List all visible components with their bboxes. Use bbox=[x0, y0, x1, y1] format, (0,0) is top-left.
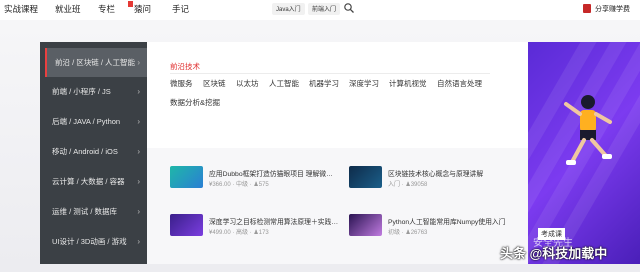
sidebar-item-label: 前沿 / 区块链 / 人工智能 bbox=[55, 58, 136, 67]
top-nav: 实战课程 就业班 专栏 猿问 手记 Java入门 前端入门 分享赚学费 bbox=[0, 0, 640, 20]
course-thumbnail[interactable] bbox=[170, 214, 203, 236]
tag-ethereum[interactable]: 以太坊 bbox=[236, 78, 259, 89]
chevron-right-icon: › bbox=[137, 87, 140, 96]
sidebar-item-backend[interactable]: 后端 / JAVA / Python › bbox=[40, 107, 147, 136]
nav-item-columns[interactable]: 专栏 bbox=[98, 3, 115, 15]
panel-title: 前沿技术 bbox=[170, 62, 200, 71]
course-meta: 初级 · ♟26763 bbox=[388, 230, 428, 236]
share-icon[interactable] bbox=[583, 4, 591, 13]
divider bbox=[170, 73, 490, 74]
course-meta: ¥366.00 · 中级 · ♟575 bbox=[209, 182, 269, 188]
sidebar-item-label: 云计算 / 大数据 / 容器 bbox=[52, 177, 125, 186]
tag-microservice[interactable]: 微服务 bbox=[170, 78, 193, 89]
tag-computer-vision[interactable]: 计算机视觉 bbox=[389, 78, 427, 89]
sidebar-item-label: UI设计 / 3D动画 / 游戏 bbox=[52, 237, 127, 246]
category-panel: 前沿技术 微服务 区块链 以太坊 人工智能 机器学习 深度学习 计算机视觉 自然… bbox=[147, 42, 528, 148]
sidebar-item-label: 移动 / Android / iOS bbox=[52, 147, 118, 156]
nav-item-notes[interactable]: 手记 bbox=[172, 3, 189, 15]
search-icon[interactable] bbox=[343, 2, 355, 14]
sidebar-item-ops[interactable]: 运维 / 测试 / 数据库 › bbox=[40, 197, 147, 226]
tag-blockchain[interactable]: 区块链 bbox=[203, 78, 226, 89]
course-title[interactable]: 区块链技术核心概念与原理讲解 bbox=[388, 168, 483, 178]
course-meta: 入门 · ♟39058 bbox=[388, 182, 428, 188]
nav-item-qa[interactable]: 猿问 bbox=[134, 3, 151, 15]
category-sidebar: 前沿 / 区块链 / 人工智能 › 前端 / 小程序 / JS › 后端 / J… bbox=[40, 42, 147, 264]
sidebar-item-frontend[interactable]: 前端 / 小程序 / JS › bbox=[40, 77, 147, 106]
course-thumbnail[interactable] bbox=[349, 214, 382, 236]
nav-item-courses[interactable]: 实战课程 bbox=[4, 3, 38, 15]
share-link[interactable]: 分享赚学费 bbox=[595, 4, 630, 14]
tag-nlp[interactable]: 自然语言处理 bbox=[437, 78, 482, 89]
course-title[interactable]: Python人工智能常用库Numpy使用入门 bbox=[388, 216, 505, 226]
nav-item-jobs[interactable]: 就业班 bbox=[55, 3, 81, 15]
sidebar-item-mobile[interactable]: 移动 / Android / iOS › bbox=[40, 137, 147, 166]
new-badge bbox=[128, 1, 133, 7]
runner-illustration bbox=[564, 95, 612, 165]
course-title[interactable]: 应用Dubbo框架打造仿猫眼项目 理解微… bbox=[209, 168, 333, 178]
tag-machine-learning[interactable]: 机器学习 bbox=[309, 78, 339, 89]
sidebar-item-cloud[interactable]: 云计算 / 大数据 / 容器 › bbox=[40, 167, 147, 196]
course-thumbnail[interactable] bbox=[349, 166, 382, 188]
watermark: 头条 @科技加载中 bbox=[500, 246, 608, 261]
tag-data-analysis[interactable]: 数据分析&挖掘 bbox=[170, 97, 220, 108]
tag-deep-learning[interactable]: 深度学习 bbox=[349, 78, 379, 89]
sidebar-item-label: 前端 / 小程序 / JS bbox=[52, 87, 111, 96]
chevron-right-icon: › bbox=[137, 207, 140, 216]
search-tag-java[interactable]: Java入门 bbox=[272, 3, 305, 15]
sidebar-item-frontier[interactable]: 前沿 / 区块链 / 人工智能 › bbox=[45, 48, 147, 77]
chevron-right-icon: › bbox=[137, 177, 140, 186]
chevron-right-icon: › bbox=[137, 117, 140, 126]
course-list: 应用Dubbo框架打造仿猫眼项目 理解微… ¥366.00 · 中级 · ♟57… bbox=[147, 148, 528, 264]
chevron-right-icon: › bbox=[137, 58, 140, 67]
course-meta: ¥499.00 · 高级 · ♟173 bbox=[209, 230, 269, 236]
course-title[interactable]: 深度学习之目标检测常用算法原理＋实践… bbox=[209, 216, 338, 226]
chevron-right-icon: › bbox=[137, 237, 140, 246]
tag-ai[interactable]: 人工智能 bbox=[269, 78, 299, 89]
sidebar-item-label: 运维 / 测试 / 数据库 bbox=[52, 207, 118, 216]
sidebar-item-label: 后端 / JAVA / Python bbox=[52, 117, 121, 126]
search-tag-frontend[interactable]: 前端入门 bbox=[308, 3, 341, 15]
chevron-right-icon: › bbox=[137, 147, 140, 156]
sidebar-item-design[interactable]: UI设计 / 3D动画 / 游戏 › bbox=[40, 227, 147, 256]
course-thumbnail[interactable] bbox=[170, 166, 203, 188]
